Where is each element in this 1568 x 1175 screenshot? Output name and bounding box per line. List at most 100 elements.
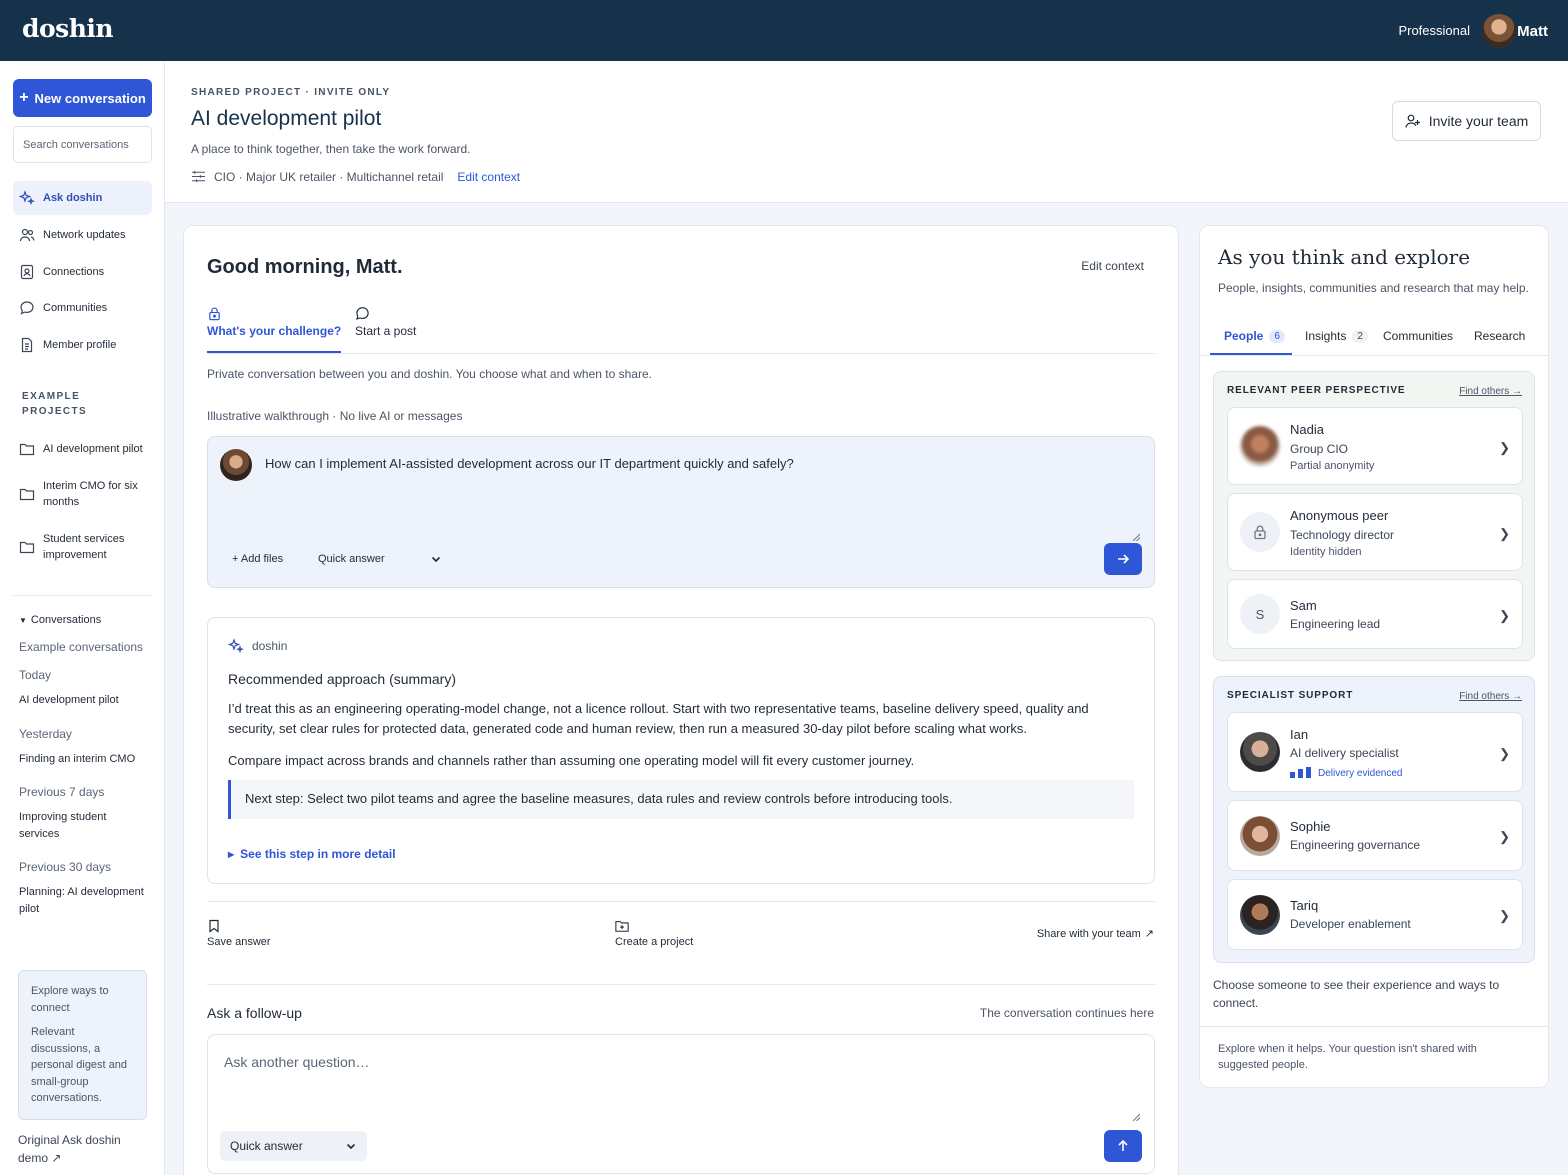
question-composer[interactable]: How can I implement AI-assisted developm… [207,436,1155,588]
speech-bubble-icon [355,307,369,320]
original-demo-label: Original Ask doshin demo [18,1133,121,1165]
person-card-nadia[interactable]: Nadia Group CIO Partial anonymity ❯ [1227,407,1523,485]
bookmark-icon [209,919,219,933]
followup-input[interactable]: Ask another question… [224,1054,370,1070]
person-card-tariq[interactable]: Tariq Developer enablement ❯ [1227,879,1523,950]
group-caption: RELEVANT PEER PERSPECTIVE [1227,385,1406,396]
group-caption: SPECIALIST SUPPORT [1227,690,1354,701]
original-demo-link[interactable]: Original Ask doshin demo ↗ [18,1131,148,1167]
person-card-anonymous[interactable]: Anonymous peer Technology director Ident… [1227,493,1523,571]
tab-label: Start a post [355,324,417,338]
new-conversation-label: New conversation [34,90,146,106]
share-team-button[interactable]: Share with your team ↗ [1037,927,1154,941]
person-note: Identity hidden [1290,546,1362,558]
sidebar-item-ask-doshin[interactable]: Ask doshin [13,181,152,215]
plan-label: Professional [1398,23,1470,38]
tab-communities[interactable]: Communities [1383,329,1453,343]
tab-label: Insights [1305,329,1347,343]
resize-handle-icon[interactable] [1132,533,1140,541]
sidebar-item-communities[interactable]: Communities [13,291,152,325]
chat-bubble-icon [20,301,34,315]
followup-mode-value: Quick answer [230,1139,303,1153]
more-detail-toggle[interactable]: ▶ See this step in more detail [228,847,396,861]
edit-context-link[interactable]: Edit context [457,170,520,184]
question-text[interactable]: How can I implement AI-assisted developm… [265,456,794,471]
page-subtitle: A place to think together, then take the… [191,142,471,156]
conversation-link[interactable]: Improving student services [19,809,119,843]
conversations-toggle[interactable]: ▼ Conversations [19,614,101,626]
avatar [1240,816,1280,856]
answer-card: doshin Recommended approach (summary) I’… [207,617,1155,884]
tab-start-post[interactable]: Start a post [355,306,416,338]
group-previous-7-label: Previous 7 days [19,785,105,799]
folder-icon [19,443,35,456]
arrow-up-icon [1118,1139,1128,1151]
project-item[interactable]: Interim CMO for six months [19,478,152,510]
document-icon [21,337,33,353]
divider [207,984,1155,985]
conversation-link[interactable]: AI development pilot [19,692,154,709]
followup-note: The conversation continues here [979,1006,1154,1020]
find-others-link[interactable]: Find others → [1459,386,1522,397]
example-projects-caption: EXAMPLE PROJECTS [22,391,88,417]
conversation-link[interactable]: Planning: AI development pilot [19,884,151,918]
avatar [1240,732,1280,772]
contact-icon [20,264,34,280]
explore-body: Relevant discussions, a personal digest … [31,1026,128,1104]
doshin-logo[interactable]: doshin [22,14,114,43]
tab-label: What's your challenge? [207,324,342,338]
edit-context-button[interactable]: Edit context [1081,259,1144,273]
avatar [1240,895,1280,935]
count-badge: 6 [1269,329,1285,343]
sidebar-item-connections[interactable]: Connections [13,255,152,289]
tab-people[interactable]: People 6 [1224,329,1285,343]
answer-mode-select[interactable]: Quick answer [318,553,442,565]
followup-mode-select[interactable]: Quick answer [220,1131,367,1161]
chevron-right-icon: ❯ [1499,440,1510,455]
user-name[interactable]: Matt [1517,23,1548,40]
followup-composer[interactable]: Ask another question… Quick answer [207,1034,1155,1174]
send-button[interactable] [1104,543,1142,575]
add-user-icon [1405,114,1420,128]
privacy-note: Private conversation between you and dos… [207,367,652,381]
answer-paragraph: Compare impact across brands and channel… [228,753,915,768]
sidebar-item-label: Member profile [43,339,117,351]
sidebar-item-label: Network updates [43,229,126,241]
followup-send-button[interactable] [1104,1130,1142,1162]
add-files-button[interactable]: + Add files [232,553,283,565]
lock-icon [209,307,220,321]
tab-research[interactable]: Research [1474,329,1525,343]
page-title: AI development pilot [191,107,382,130]
create-project-button[interactable]: Create a project [615,919,693,948]
tab-insights[interactable]: Insights 2 [1305,329,1368,343]
chevron-right-icon: ❯ [1499,829,1510,844]
invite-team-button[interactable]: Invite your team [1392,101,1541,141]
person-name: Tariq [1290,898,1319,913]
save-answer-label: Save answer [207,936,271,948]
save-answer-button[interactable]: Save answer [207,919,271,948]
resize-handle-icon[interactable] [1132,1113,1140,1121]
next-step-callout: Next step: Select two pilot teams and ag… [228,780,1134,819]
caret-down-icon: ▼ [19,615,27,625]
project-header: SHARED PROJECT · INVITE ONLY AI developm… [165,61,1568,203]
new-conversation-button[interactable]: + New conversation [13,79,152,117]
create-project-label: Create a project [615,936,694,948]
chevron-right-icon: ❯ [1499,526,1510,541]
project-item[interactable]: AI development pilot [19,441,152,457]
search-conversations-input[interactable]: Search conversations [13,126,152,163]
find-others-link[interactable]: Find others → [1459,691,1522,702]
project-item[interactable]: Student services improvement [19,531,152,563]
tab-challenge[interactable]: What's your challenge? [207,306,341,338]
sparkle-icon [19,190,35,206]
answer-mode-value: Quick answer [318,553,385,565]
person-card-sam[interactable]: S Sam Engineering lead ❯ [1227,579,1523,649]
sidebar-item-network-updates[interactable]: Network updates [13,218,152,252]
person-card-ian[interactable]: Ian AI delivery specialist Delivery evid… [1227,712,1523,792]
user-avatar[interactable] [1482,14,1516,48]
sidebar-item-member-profile[interactable]: Member profile [13,328,152,362]
explore-ways-box[interactable]: Explore ways to connect Relevant discuss… [18,970,147,1120]
person-card-sophie[interactable]: Sophie Engineering governance ❯ [1227,800,1523,871]
context-line: CIO · Major UK retailer · Multichannel r… [191,169,520,184]
divider [207,901,1155,902]
conversation-link[interactable]: Finding an interim CMO [19,751,154,768]
